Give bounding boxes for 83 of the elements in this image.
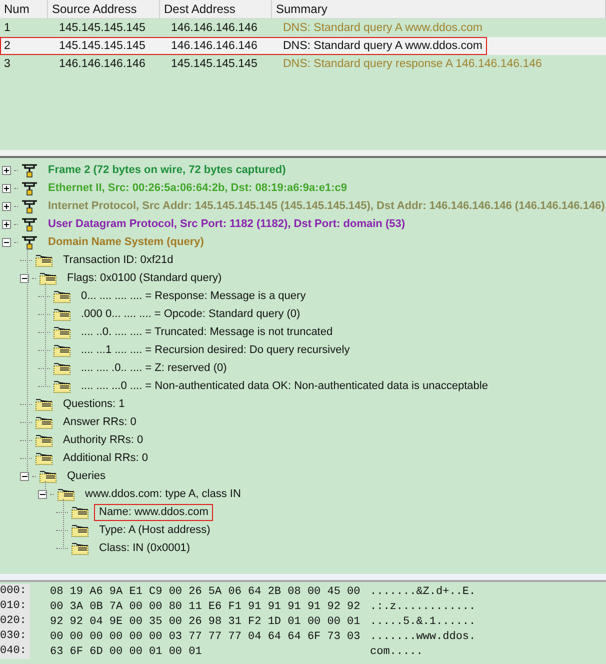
field-icon: [35, 434, 53, 446]
hex-bytes: 92 92 04 9E 00 35 00 26 98 31 F2 1D 01 00 00 01: [49, 616, 362, 628]
ascii-text: com.....: [370, 646, 423, 658]
num-column-header[interactable]: Num: [0, 0, 48, 18]
field-icon: [39, 272, 57, 284]
tree-node-icon: [21, 180, 38, 196]
table-cell-text: 2: [3, 40, 12, 52]
field-icon: [71, 506, 89, 518]
table-cell-text: DNS: Standard query A www.ddos.com: [282, 22, 482, 34]
tree-item-label[interactable]: 0... .... .... .... = Response: Message is a query: [76, 288, 311, 304]
tree-item-label[interactable]: Authority RRs: 0: [58, 432, 148, 448]
tree-item-label[interactable]: Class: IN (0x0001): [94, 540, 196, 556]
tree-item-label[interactable]: .... ...1 .... .... = Recursion desired: Do query recursively: [76, 342, 355, 358]
field-icon: [57, 488, 75, 500]
ascii-text: .....5.&.1......: [370, 616, 476, 628]
table-cell-text: DNS: Standard query response A 146.146.146.146: [282, 58, 542, 70]
table-cell-text: 146.146.146.146: [170, 40, 258, 52]
dest-column-header[interactable]: Dest Address: [160, 0, 272, 18]
tree-item-label[interactable]: Queries: [62, 468, 111, 484]
table-cell-text: DNS: Standard query A www.ddos.com: [282, 40, 482, 52]
tree-item-label[interactable]: Flags: 0x0100 (Standard query): [62, 270, 227, 286]
collapse-toggle[interactable]: [38, 490, 47, 498]
table-cell-text: 145.145.145.145: [58, 40, 146, 52]
tree-item-label[interactable]: Questions: 1: [58, 396, 130, 412]
ascii-text: .......&Z.d+..E.: [370, 586, 476, 598]
tree-node-icon: [21, 162, 38, 178]
hex-bytes: 63 6F 6D 00 00 01 00 01: [49, 646, 203, 658]
table-cell-text: 146.146.146.146: [170, 22, 258, 34]
hex-offset: 000:: [0, 584, 30, 599]
hex-bytes: 00 00 00 00 00 00 03 77 77 77 04 64 64 6F 73 03: [49, 630, 362, 642]
tree-node-icon: [21, 234, 38, 250]
tree-item-label[interactable]: Answer RRs: 0: [58, 414, 142, 430]
expand-toggle[interactable]: [2, 184, 11, 192]
field-icon: [53, 362, 71, 374]
expand-toggle[interactable]: [2, 220, 11, 228]
packet-row[interactable]: 1 145.145.145.145 146.146.146.146 DNS: Standard query A www.ddos.com: [0, 19, 606, 37]
field-icon: [53, 344, 71, 356]
tree-item-label[interactable]: .... .... ...0 .... = Non-authenticated data OK: Non-authenticated data is unacceptable: [76, 378, 493, 394]
summary-column-header[interactable]: Summary: [272, 0, 606, 18]
field-icon: [53, 326, 71, 338]
field-icon: [71, 524, 89, 536]
expand-toggle[interactable]: [2, 166, 11, 174]
hex-offset: 040:: [0, 644, 30, 659]
hex-offset: 010:: [0, 599, 30, 614]
field-icon: [71, 542, 89, 554]
tree-node-icon: [21, 198, 38, 214]
field-icon: [53, 380, 71, 392]
panel-splitter[interactable]: [0, 150, 606, 158]
hex-bytes: 00 3A 0B 7A 00 00 80 11 E6 F1 91 91 91 91 92 92: [49, 600, 362, 612]
hex-bytes: 08 19 A6 9A E1 C9 00 26 5A 06 64 2B 08 00 45 00: [49, 586, 362, 598]
tree-item-label[interactable]: User Datagram Protocol, Src Port: 1182 (1182), Dst Port: domain (53): [43, 216, 410, 232]
packet-row[interactable]: 2 145.145.145.145 146.146.146.146 DNS: Standard query A www.ddos.com: [0, 37, 606, 55]
collapse-toggle[interactable]: [20, 472, 29, 480]
hex-offset: 020:: [0, 614, 30, 629]
table-cell-text: 146.146.146.146: [58, 58, 146, 70]
tree-item-label[interactable]: Additional RRs: 0: [58, 450, 153, 466]
ascii-text: .......www.ddos.: [370, 630, 476, 642]
tree-item-label[interactable]: .... .... .0.. .... = Z: reserved (0): [76, 360, 232, 376]
tree-item-label[interactable]: www.ddos.com: type A, class IN: [80, 486, 246, 502]
ascii-text: .:.z............: [370, 600, 476, 612]
tree-node-icon: [21, 216, 38, 232]
tree-item-label[interactable]: .... ..0. .... .... = Truncated: Message is not truncated: [76, 324, 338, 340]
collapse-toggle[interactable]: [2, 238, 11, 246]
table-cell-text: 3: [3, 58, 12, 70]
table-cell-text: 1: [3, 22, 12, 34]
field-icon: [53, 308, 71, 320]
field-icon: [35, 416, 53, 428]
hex-offset: 030:: [0, 629, 30, 644]
tree-item-label[interactable]: Name: www.ddos.com: [94, 504, 214, 520]
table-cell-text: 145.145.145.145: [170, 58, 258, 70]
table-cell-text: 145.145.145.145: [58, 22, 146, 34]
collapse-toggle[interactable]: [20, 274, 29, 282]
tree-item-label[interactable]: Type: A (Host address): [94, 522, 216, 538]
tree-item-label[interactable]: Transaction ID: 0xf21d: [58, 252, 178, 268]
tree-item-label[interactable]: .000 0... .... .... = Opcode: Standard query (0): [76, 306, 306, 322]
field-icon: [53, 290, 71, 302]
source-column-header[interactable]: Source Address: [48, 0, 160, 18]
packet-row[interactable]: 3 146.146.146.146 145.145.145.145 DNS: Standard query response A 146.146.146.146: [0, 55, 606, 73]
field-icon: [39, 470, 57, 482]
expand-toggle[interactable]: [2, 202, 11, 210]
field-icon: [35, 452, 53, 464]
field-icon: [35, 254, 53, 266]
field-icon: [35, 398, 53, 410]
